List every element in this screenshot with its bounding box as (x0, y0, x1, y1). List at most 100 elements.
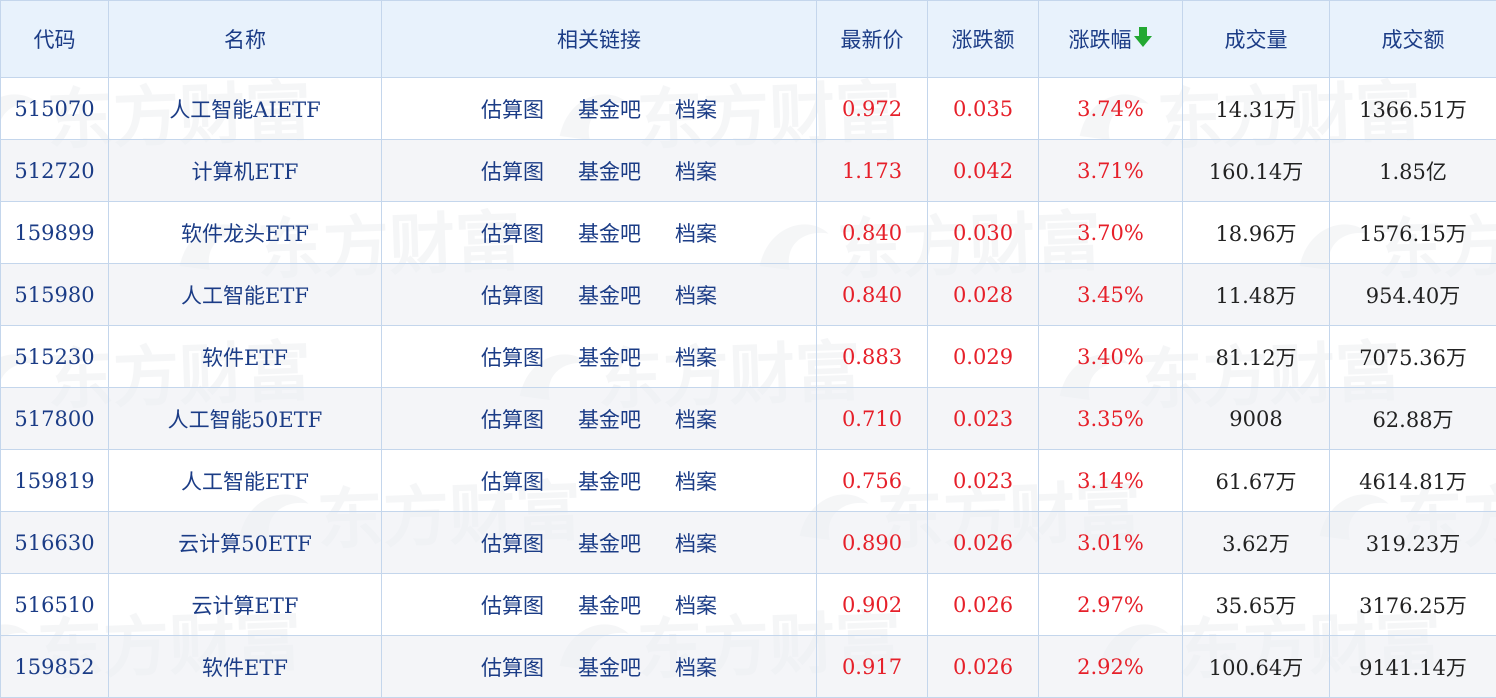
estimate-chart-link[interactable]: 估算图 (481, 98, 544, 122)
fund-forum-link[interactable]: 基金吧 (578, 470, 641, 494)
estimate-chart-link[interactable]: 估算图 (481, 656, 544, 680)
related-links-cell: 估算图 基金吧 档案 (382, 78, 817, 140)
fund-code-cell: 515070 (1, 78, 109, 140)
latest-price-cell: 0.917 (817, 636, 928, 698)
change-percent-cell: 3.01% (1039, 512, 1183, 574)
change-percent-cell: 3.71% (1039, 140, 1183, 202)
change-amount-cell: 0.026 (928, 574, 1039, 636)
fund-name-cell: 人工智能ETF (109, 450, 382, 512)
fund-name-link[interactable]: 人工智能ETF (181, 470, 309, 494)
table-header: 代码 名称 相关链接 最新价 涨跌额 涨跌幅 成交量 成交额 (1, 1, 1496, 78)
table-row: 159819人工智能ETF估算图基金吧档案0.7560.0233.14%61.6… (1, 450, 1496, 512)
fund-code-link[interactable]: 159819 (14, 469, 94, 493)
change-percent-cell: 2.97% (1039, 574, 1183, 636)
fund-forum-link[interactable]: 基金吧 (578, 594, 641, 618)
change-percent-cell: 3.45% (1039, 264, 1183, 326)
change-amount-cell: 0.026 (928, 636, 1039, 698)
estimate-chart-link[interactable]: 估算图 (481, 160, 544, 184)
fund-code-cell: 159899 (1, 202, 109, 264)
header-volume[interactable]: 成交量 (1183, 1, 1330, 78)
related-links-cell: 估算图 基金吧 档案 (382, 202, 817, 264)
fund-code-cell: 515980 (1, 264, 109, 326)
fund-profile-link[interactable]: 档案 (675, 222, 717, 246)
fund-profile-link[interactable]: 档案 (675, 470, 717, 494)
change-amount-cell: 0.028 (928, 264, 1039, 326)
volume-cell: 11.48万 (1183, 264, 1330, 326)
fund-name-link[interactable]: 人工智能50ETF (168, 408, 323, 432)
turnover-cell: 62.88万 (1330, 388, 1496, 450)
table-row: 159852软件ETF估算图基金吧档案0.9170.0262.92%100.64… (1, 636, 1496, 698)
estimate-chart-link[interactable]: 估算图 (481, 284, 544, 308)
estimate-chart-link[interactable]: 估算图 (481, 594, 544, 618)
fund-name-link[interactable]: 人工智能ETF (181, 284, 309, 308)
table-row: 159899软件龙头ETF估算图基金吧档案0.8400.0303.70%18.9… (1, 202, 1496, 264)
fund-forum-link[interactable]: 基金吧 (578, 284, 641, 308)
fund-code-link[interactable]: 515070 (14, 97, 94, 121)
latest-price-cell: 0.840 (817, 202, 928, 264)
estimate-chart-link[interactable]: 估算图 (481, 532, 544, 556)
fund-name-cell: 人工智能50ETF (109, 388, 382, 450)
related-links-cell: 估算图 基金吧 档案 (382, 450, 817, 512)
fund-forum-link[interactable]: 基金吧 (578, 408, 641, 432)
fund-name-link[interactable]: 软件龙头ETF (181, 222, 309, 246)
fund-forum-link[interactable]: 基金吧 (578, 160, 641, 184)
fund-profile-link[interactable]: 档案 (675, 346, 717, 370)
fund-forum-link[interactable]: 基金吧 (578, 98, 641, 122)
arrow-down-icon[interactable] (1133, 26, 1153, 48)
turnover-cell: 7075.36万 (1330, 326, 1496, 388)
fund-name-link[interactable]: 软件ETF (202, 346, 288, 370)
fund-name-link[interactable]: 人工智能AIETF (169, 98, 320, 122)
fund-name-cell: 计算机ETF (109, 140, 382, 202)
header-change-pct[interactable]: 涨跌幅 (1039, 1, 1183, 78)
related-links-cell: 估算图 基金吧 档案 (382, 326, 817, 388)
header-price[interactable]: 最新价 (817, 1, 928, 78)
fund-code-link[interactable]: 515230 (14, 345, 94, 369)
volume-cell: 61.67万 (1183, 450, 1330, 512)
latest-price-cell: 0.756 (817, 450, 928, 512)
estimate-chart-link[interactable]: 估算图 (481, 346, 544, 370)
estimate-chart-link[interactable]: 估算图 (481, 470, 544, 494)
fund-profile-link[interactable]: 档案 (675, 532, 717, 556)
fund-name-cell: 软件ETF (109, 326, 382, 388)
turnover-cell: 1.85亿 (1330, 140, 1496, 202)
fund-code-link[interactable]: 512720 (14, 159, 94, 183)
volume-cell: 160.14万 (1183, 140, 1330, 202)
fund-profile-link[interactable]: 档案 (675, 98, 717, 122)
fund-code-link[interactable]: 517800 (14, 407, 94, 431)
fund-forum-link[interactable]: 基金吧 (578, 346, 641, 370)
header-turnover[interactable]: 成交额 (1330, 1, 1496, 78)
fund-name-link[interactable]: 云计算ETF (192, 594, 299, 618)
fund-code-cell: 516630 (1, 512, 109, 574)
header-links: 相关链接 (382, 1, 817, 78)
fund-code-link[interactable]: 159852 (14, 655, 94, 679)
fund-profile-link[interactable]: 档案 (675, 160, 717, 184)
fund-code-link[interactable]: 159899 (14, 221, 94, 245)
fund-name-link[interactable]: 云计算50ETF (178, 532, 312, 556)
header-name[interactable]: 名称 (109, 1, 382, 78)
fund-profile-link[interactable]: 档案 (675, 656, 717, 680)
fund-profile-link[interactable]: 档案 (675, 594, 717, 618)
change-percent-cell: 3.40% (1039, 326, 1183, 388)
fund-code-link[interactable]: 516630 (14, 531, 94, 555)
fund-name-link[interactable]: 软件ETF (202, 656, 288, 680)
fund-forum-link[interactable]: 基金吧 (578, 656, 641, 680)
estimate-chart-link[interactable]: 估算图 (481, 408, 544, 432)
fund-code-cell: 515230 (1, 326, 109, 388)
fund-name-link[interactable]: 计算机ETF (192, 160, 299, 184)
header-code[interactable]: 代码 (1, 1, 109, 78)
fund-profile-link[interactable]: 档案 (675, 408, 717, 432)
fund-forum-link[interactable]: 基金吧 (578, 532, 641, 556)
fund-code-link[interactable]: 515980 (14, 283, 94, 307)
estimate-chart-link[interactable]: 估算图 (481, 222, 544, 246)
latest-price-cell: 0.890 (817, 512, 928, 574)
volume-cell: 18.96万 (1183, 202, 1330, 264)
change-percent-cell: 3.74% (1039, 78, 1183, 140)
fund-name-cell: 云计算50ETF (109, 512, 382, 574)
header-change[interactable]: 涨跌额 (928, 1, 1039, 78)
latest-price-cell: 0.902 (817, 574, 928, 636)
fund-forum-link[interactable]: 基金吧 (578, 222, 641, 246)
fund-profile-link[interactable]: 档案 (675, 284, 717, 308)
volume-cell: 14.31万 (1183, 78, 1330, 140)
fund-code-link[interactable]: 516510 (14, 593, 94, 617)
turnover-cell: 4614.81万 (1330, 450, 1496, 512)
